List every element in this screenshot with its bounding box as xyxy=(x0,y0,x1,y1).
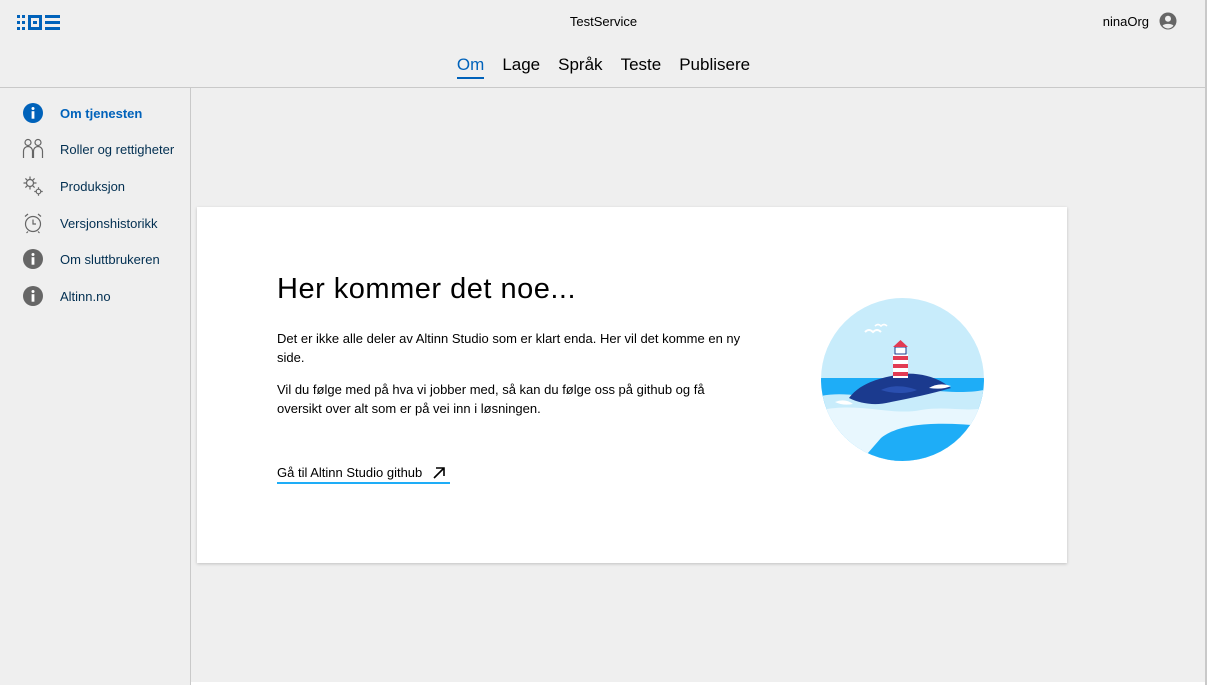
tab-lage[interactable]: Lage xyxy=(493,55,549,79)
sidebar-item-roller[interactable]: Roller og rettigheter xyxy=(0,134,190,164)
main-tabs: Om Lage Språk Teste Publisere xyxy=(0,55,1207,79)
sidebar-item-om-sluttbrukeren[interactable]: Om sluttbrukeren xyxy=(0,244,190,274)
gears-icon xyxy=(23,176,43,196)
github-link-label: Gå til Altinn Studio github xyxy=(277,465,423,480)
info-icon xyxy=(23,103,43,123)
github-link[interactable]: Gå til Altinn Studio github xyxy=(277,465,450,484)
github-paragraph: Vil du følge med på hva vi jobber med, s… xyxy=(277,382,705,416)
user-menu[interactable]: ninaOrg xyxy=(1103,12,1177,30)
sidebar-item-label: Om sluttbrukeren xyxy=(60,252,160,267)
info-card: Her kommer det noe... Det er ikke alle d… xyxy=(197,207,1067,563)
info-icon xyxy=(23,286,43,306)
sidebar-item-versjonshistorikk[interactable]: Versjonshistorikk xyxy=(0,208,190,238)
tab-om[interactable]: Om xyxy=(456,55,485,79)
arrow-up-right-icon xyxy=(433,466,446,479)
page-heading: Her kommer det noe... xyxy=(277,273,576,305)
sidebar-item-label: Om tjenesten xyxy=(60,106,143,121)
account-circle-icon[interactable] xyxy=(1159,12,1177,30)
sidebar-item-label: Roller og rettigheter xyxy=(60,142,175,157)
people-icon xyxy=(22,138,44,158)
top-header: TestService ninaOrg Om Lage Språk Teste … xyxy=(0,0,1207,88)
tab-teste[interactable]: Teste xyxy=(612,55,671,79)
lighthouse-illustration-icon xyxy=(821,298,984,461)
tab-publisere[interactable]: Publisere xyxy=(670,55,759,79)
intro-paragraph: Det er ikke alle deler av Altinn Studio … xyxy=(277,331,741,365)
app-title: TestService xyxy=(569,14,638,29)
sidebar-item-produksjon[interactable]: Produksjon xyxy=(0,171,190,201)
clock-icon xyxy=(24,213,42,234)
user-name: ninaOrg xyxy=(1102,13,1149,29)
sidebar-item-label: Produksjon xyxy=(60,179,126,194)
sidebar-item-label: Versjonshistorikk xyxy=(60,216,158,231)
sidebar-item-label: Altinn.no xyxy=(60,289,111,304)
tab-sprak[interactable]: Språk xyxy=(549,55,611,79)
info-icon xyxy=(23,249,43,269)
sidebar-item-altinn-no[interactable]: Altinn.no xyxy=(0,281,190,311)
sidebar-item-om-tjenesten[interactable]: Om tjenesten xyxy=(0,98,190,128)
sidebar: Om tjenesten Roller og rettigheter Produ… xyxy=(0,88,191,685)
